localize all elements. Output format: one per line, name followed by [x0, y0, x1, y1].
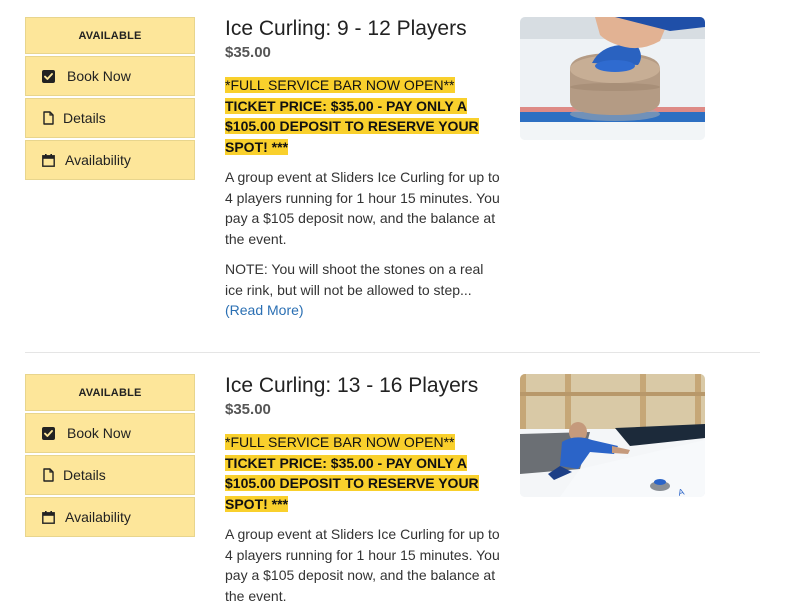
promo-line-1: *FULL SERVICE BAR NOW OPEN** [225, 77, 455, 93]
promo-line-1: *FULL SERVICE BAR NOW OPEN** [225, 434, 455, 450]
event-description: A group event at Sliders Ice Curling for… [225, 169, 500, 247]
book-now-button[interactable]: Book Now [25, 56, 195, 96]
details-button[interactable]: Details [25, 455, 195, 495]
file-icon [41, 468, 55, 482]
event-info: Ice Curling: 9 - 12 Players $35.00 *FULL… [225, 17, 500, 321]
availability-label: Availability [65, 509, 131, 525]
calendar-icon [41, 153, 55, 167]
event-image-curling-stone[interactable] [520, 17, 705, 140]
event-image-curling-player[interactable]: A [520, 374, 705, 497]
availability-label: Availability [65, 152, 131, 168]
event-actions: AVAILABLE Book Now Details Availability [25, 374, 195, 537]
event-actions: AVAILABLE Book Now Details Availability [25, 17, 195, 180]
event-price: $35.00 [225, 401, 271, 418]
promo-text: *FULL SERVICE BAR NOW OPEN** TICKET PRIC… [225, 432, 500, 514]
promo-line-2: TICKET PRICE: $35.00 - PAY ONLY A $105.0… [225, 97, 479, 155]
event-note: NOTE: You will shoot the stones on a rea… [225, 259, 500, 321]
event-note-text: NOTE: You will shoot the stones on a rea… [225, 261, 484, 298]
event-title[interactable]: Ice Curling: 9 - 12 Players [225, 17, 500, 41]
file-icon [41, 111, 55, 125]
book-now-button[interactable]: Book Now [25, 413, 195, 453]
check-square-icon [41, 426, 55, 440]
event-info: Ice Curling: 13 - 16 Players $35.00 *FUL… [225, 374, 500, 606]
event-price: $35.00 [225, 44, 271, 61]
book-now-label: Book Now [67, 68, 131, 84]
status-badge: AVAILABLE [25, 17, 195, 54]
availability-button[interactable]: Availability [25, 140, 195, 180]
promo-line-2: TICKET PRICE: $35.00 - PAY ONLY A $105.0… [225, 454, 479, 512]
status-badge: AVAILABLE [25, 374, 195, 411]
event-title[interactable]: Ice Curling: 13 - 16 Players [225, 374, 500, 398]
calendar-icon [41, 510, 55, 524]
read-more-link[interactable]: (Read More) [225, 302, 304, 318]
listing-separator [25, 352, 760, 353]
availability-button[interactable]: Availability [25, 497, 195, 537]
details-label: Details [63, 467, 106, 483]
check-square-icon [41, 69, 55, 83]
promo-text: *FULL SERVICE BAR NOW OPEN** TICKET PRIC… [225, 75, 500, 157]
details-button[interactable]: Details [25, 98, 195, 138]
details-label: Details [63, 110, 106, 126]
book-now-label: Book Now [67, 425, 131, 441]
event-description: A group event at Sliders Ice Curling for… [225, 526, 500, 604]
